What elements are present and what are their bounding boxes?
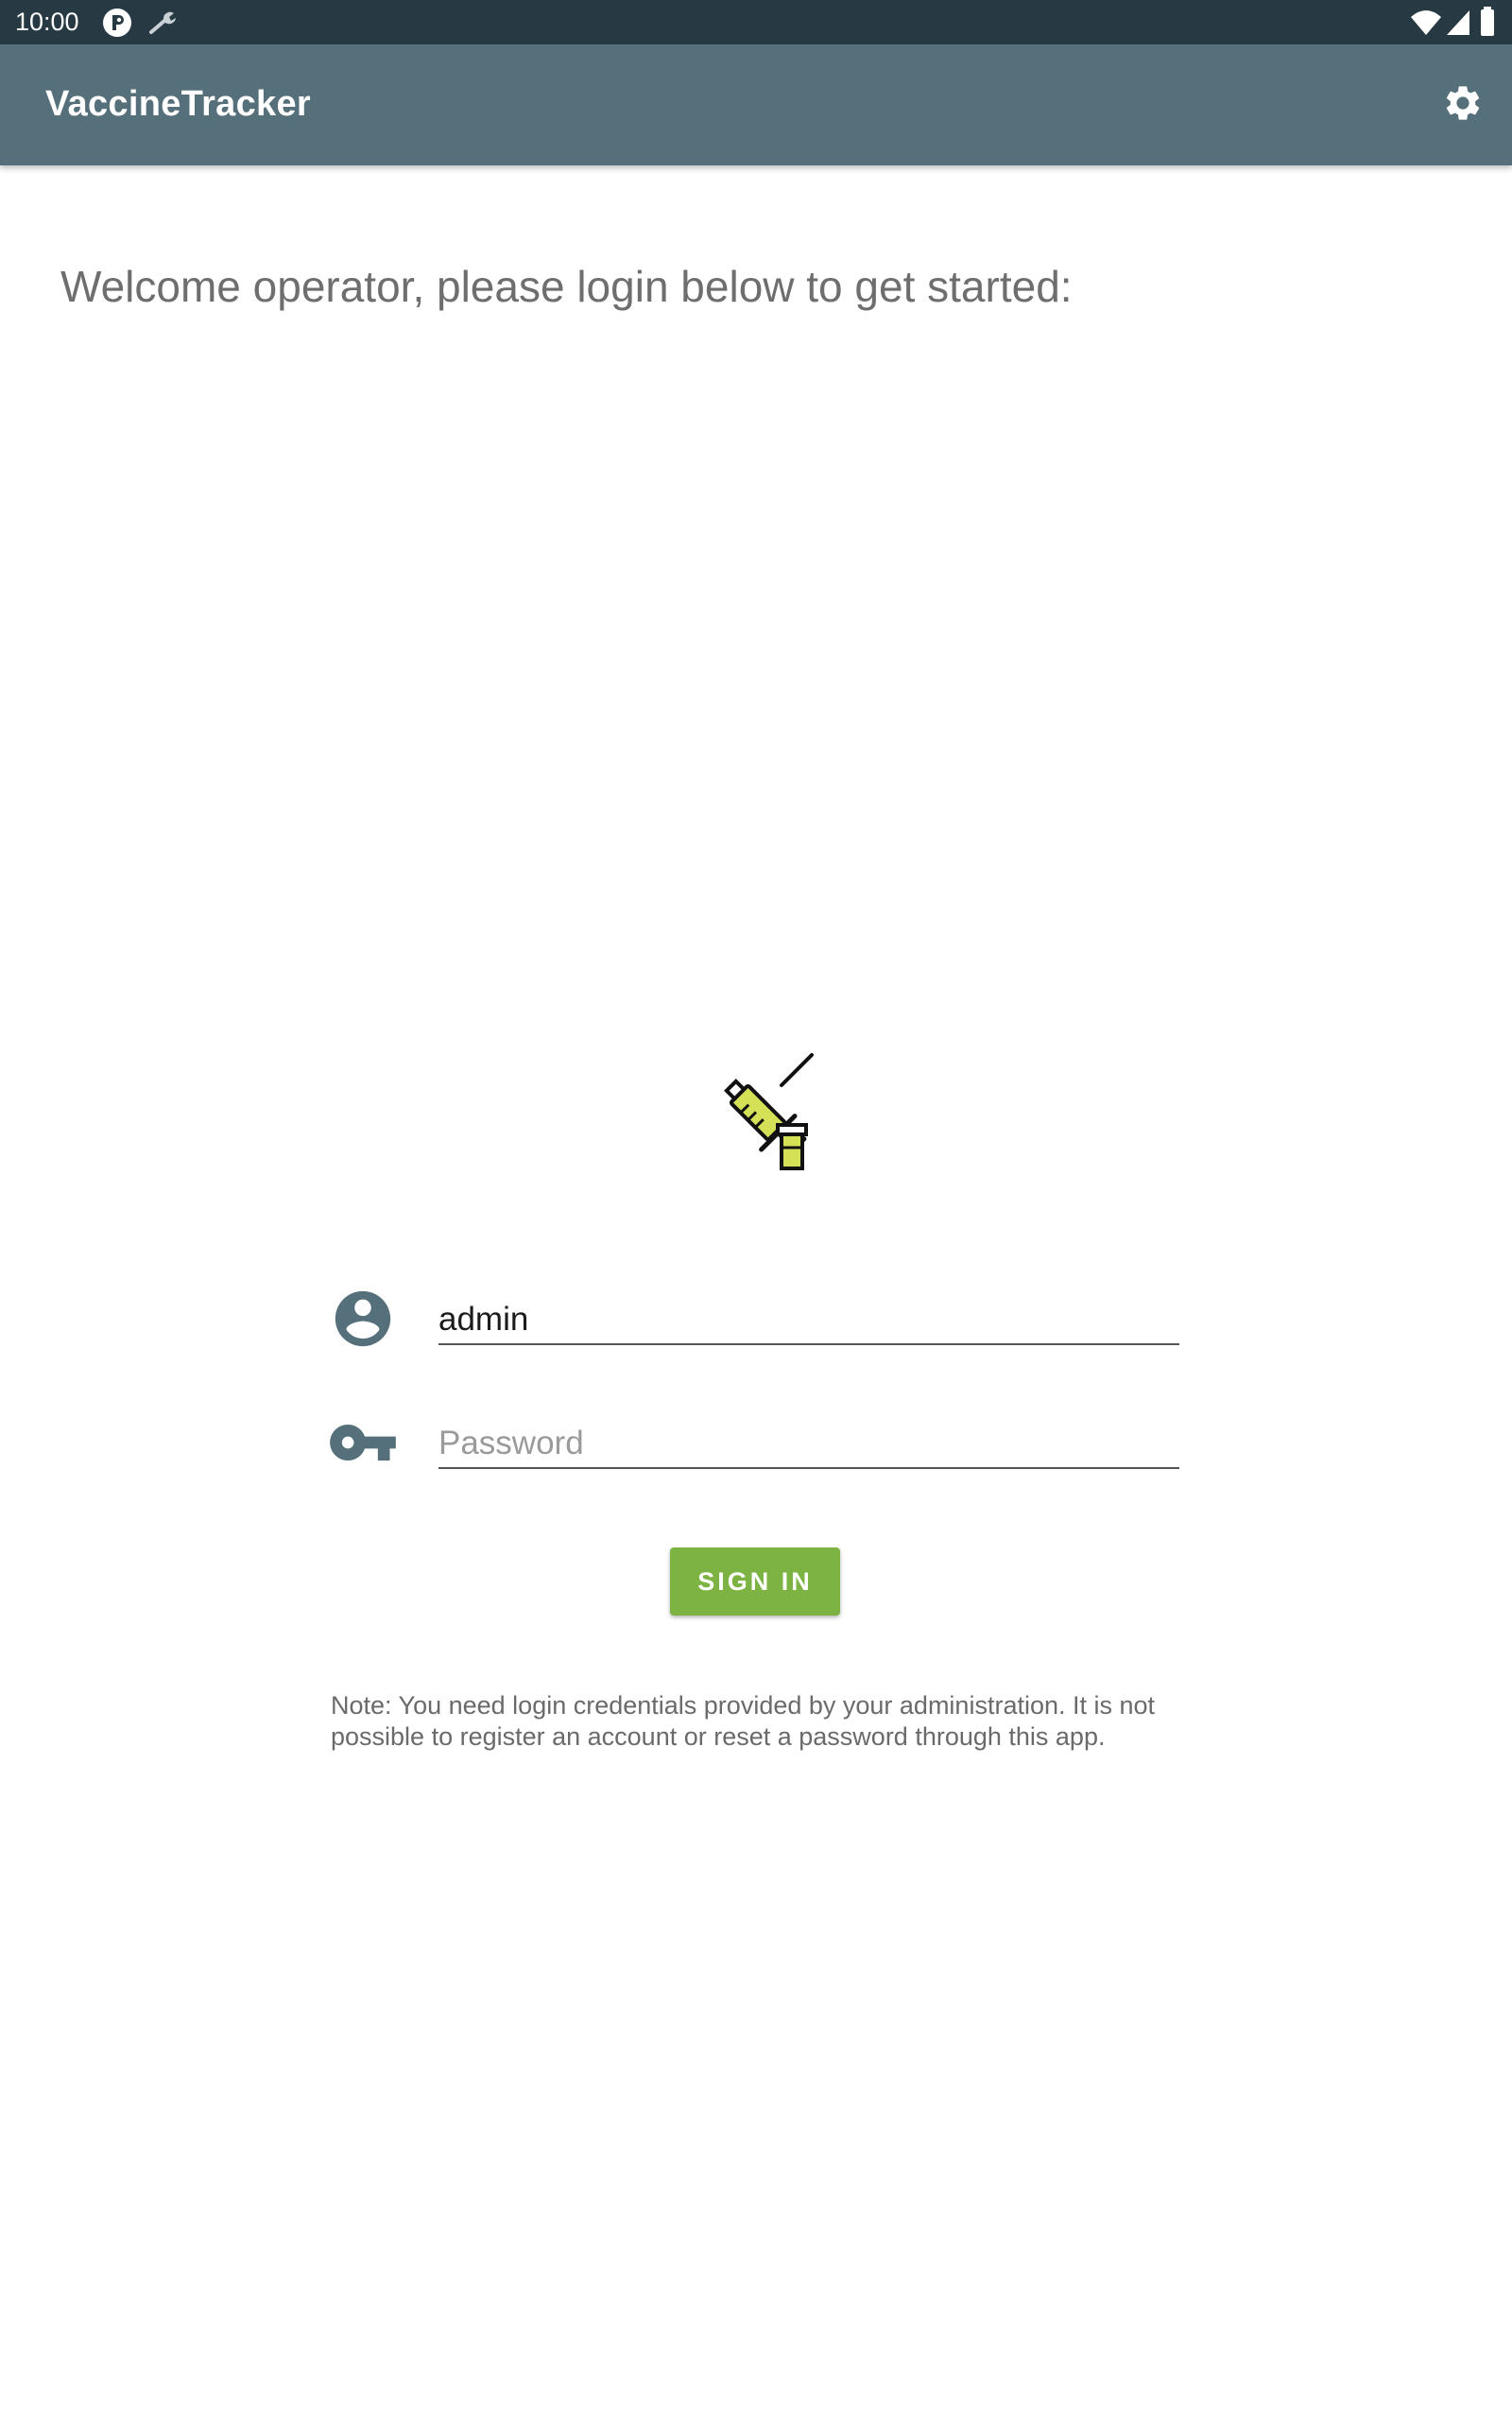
status-bar: 10:00	[0, 0, 1512, 44]
credentials-note: Note: You need login credentials provide…	[331, 1691, 1156, 1751]
status-time: 10:00	[15, 8, 79, 36]
wrench-icon	[147, 8, 180, 43]
username-input[interactable]	[438, 1296, 1179, 1345]
login-screen: 10:00 VaccineTracker Welcome operator, p…	[0, 0, 1512, 2420]
wifi-icon	[1410, 9, 1442, 41]
username-row	[327, 1283, 1181, 1358]
p-icon	[102, 8, 132, 43]
password-row	[327, 1407, 1181, 1482]
password-input[interactable]	[438, 1420, 1179, 1469]
welcome-text: Welcome operator, please login below to …	[60, 262, 1073, 311]
battery-icon	[1480, 7, 1495, 42]
signal-icon	[1446, 9, 1470, 41]
syringe-vial-icon	[695, 1049, 817, 1172]
account-circle-icon	[327, 1283, 399, 1355]
key-icon	[327, 1407, 399, 1478]
settings-button[interactable]	[1436, 78, 1489, 131]
sign-in-button[interactable]: SIGN IN	[670, 1547, 840, 1616]
gear-icon	[1442, 82, 1484, 129]
app-bar: VaccineTracker	[0, 44, 1512, 165]
app-title: VaccineTracker	[45, 84, 311, 124]
